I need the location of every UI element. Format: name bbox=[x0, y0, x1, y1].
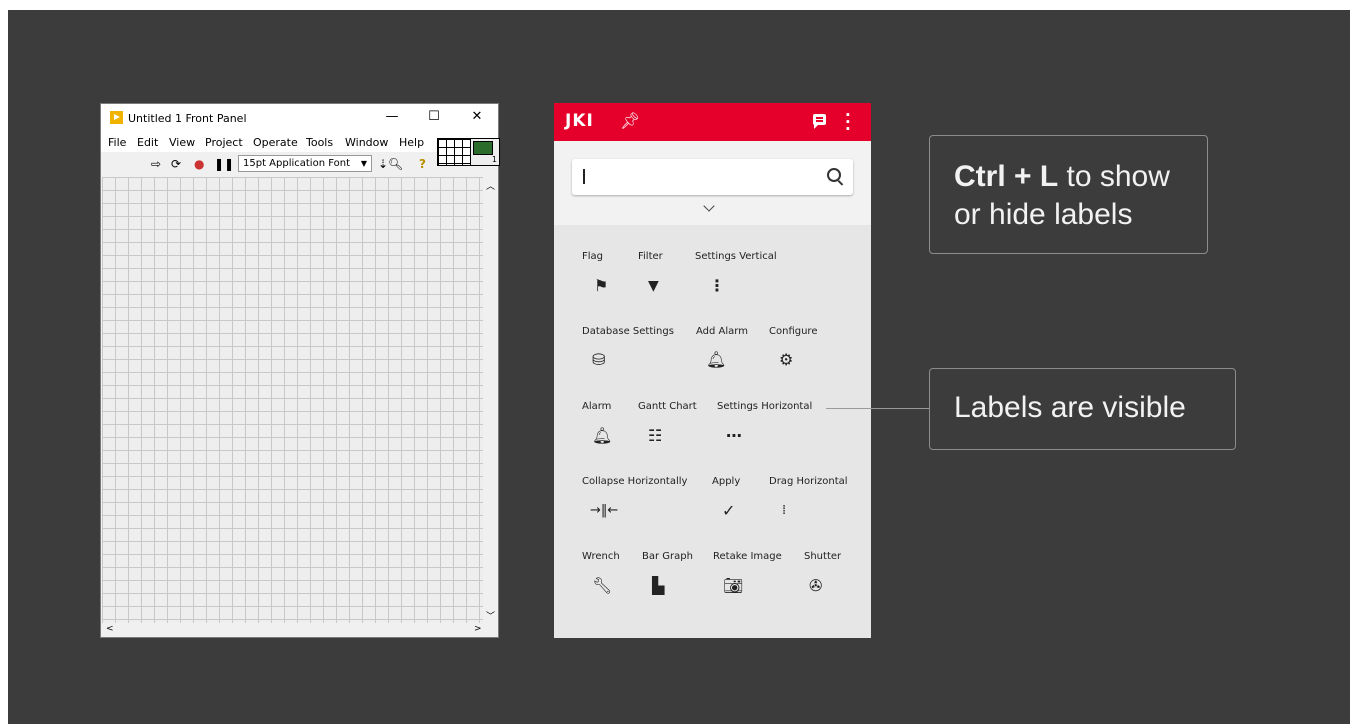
run-arrow-icon[interactable]: ⇨ bbox=[151, 157, 161, 171]
vi-screen-icon bbox=[473, 141, 493, 155]
settings-horizontal-icon: ⋯ bbox=[726, 426, 742, 445]
font-selector-value: 15pt Application Font bbox=[243, 158, 350, 169]
item-label: Alarm bbox=[582, 401, 612, 412]
apply-icon: ✓ bbox=[722, 501, 736, 520]
font-selector[interactable]: 15pt Application Font ▼ bbox=[238, 155, 372, 172]
item-label: Wrench bbox=[582, 551, 620, 562]
window-title: Untitled 1 Front Panel bbox=[128, 112, 247, 125]
item-label: Configure bbox=[769, 326, 818, 337]
item-label: Bar Graph bbox=[642, 551, 693, 562]
menu-edit[interactable]: Edit bbox=[137, 136, 158, 149]
bar-graph-icon: ▙ bbox=[652, 576, 665, 595]
item-label: Collapse Horizontally bbox=[582, 476, 688, 487]
scroll-up-icon[interactable]: ︿ bbox=[486, 179, 495, 192]
pin-icon[interactable]: 📌︎ bbox=[620, 111, 640, 130]
item-label: Filter bbox=[638, 251, 663, 262]
settings-vertical-icon: ⋮ bbox=[709, 276, 725, 295]
close-button[interactable]: ✕ bbox=[465, 108, 489, 126]
scroll-left-icon[interactable]: < bbox=[106, 624, 114, 634]
labels-visible-text: Labels are visible bbox=[954, 391, 1186, 424]
search-icon[interactable] bbox=[827, 168, 841, 182]
zoom-icon[interactable]: 🔍︎ bbox=[388, 157, 403, 171]
connector-pane-icon[interactable] bbox=[437, 138, 471, 166]
item-label: Database Settings bbox=[582, 326, 674, 337]
menu-window[interactable]: Window bbox=[345, 136, 388, 149]
chat-icon[interactable] bbox=[813, 114, 826, 129]
jki-logo: JKI bbox=[565, 111, 594, 131]
help-icon[interactable]: ? bbox=[419, 157, 426, 171]
abort-icon[interactable]: ● bbox=[194, 157, 204, 171]
menu-operate[interactable]: Operate bbox=[253, 136, 298, 149]
item-label: Flag bbox=[582, 251, 604, 262]
chevron-down-icon: ▼ bbox=[360, 159, 367, 168]
maximize-button[interactable]: ☐ bbox=[422, 108, 446, 126]
text-caret bbox=[583, 169, 585, 184]
minimize-button[interactable]: — bbox=[380, 108, 404, 126]
search-area bbox=[554, 141, 871, 225]
title-bar: Untitled 1 Front Panel — ☐ ✕ bbox=[101, 104, 498, 132]
expand-chevron-icon[interactable] bbox=[703, 200, 715, 212]
item-label: Gantt Chart bbox=[638, 401, 697, 412]
panel-header: JKI 📌︎ · · · bbox=[554, 103, 871, 141]
drag-horizontal-icon: ⁞ bbox=[782, 503, 787, 518]
gantt-chart-icon: ☷ bbox=[648, 426, 663, 445]
filter-icon: ▼ bbox=[648, 278, 659, 294]
run-continuous-icon[interactable]: ⟳ bbox=[171, 157, 181, 171]
item-label: Settings Horizontal bbox=[717, 401, 813, 412]
vi-number: 1 bbox=[491, 155, 497, 164]
horizontal-scrollbar[interactable]: < > bbox=[102, 623, 497, 636]
callout-leader-line bbox=[826, 408, 929, 409]
vertical-scrollbar[interactable]: ︿ ﹀ bbox=[483, 177, 497, 624]
labview-logo-icon bbox=[110, 111, 123, 124]
menu-help[interactable]: Help bbox=[399, 136, 424, 149]
jki-icon-panel: JKI 📌︎ · · · Flag ⚑ Filter ▼ Settings Vert… bbox=[554, 103, 871, 638]
shortcut-text: Ctrl + L to show or hide labels bbox=[954, 158, 1204, 234]
more-vertical-icon[interactable]: · · · bbox=[845, 108, 851, 137]
front-panel-canvas[interactable] bbox=[102, 177, 483, 624]
shortcut-callout: Ctrl + L to show or hide labels bbox=[929, 135, 1208, 254]
vi-icon[interactable]: 1 bbox=[470, 138, 500, 166]
item-label: Settings Vertical bbox=[695, 251, 777, 262]
add-alarm-icon: 🔔︎ bbox=[706, 350, 727, 369]
labview-front-panel-window: Untitled 1 Front Panel — ☐ ✕ File Edit V… bbox=[100, 103, 500, 638]
shortcut-keys: Ctrl + L bbox=[954, 160, 1059, 193]
item-label: Retake Image bbox=[713, 551, 782, 562]
search-input[interactable] bbox=[572, 159, 853, 195]
menu-view[interactable]: View bbox=[169, 136, 195, 149]
flag-icon: ⚑ bbox=[594, 276, 609, 295]
item-label: Add Alarm bbox=[696, 326, 748, 337]
collapse-horizontally-icon: →‖← bbox=[590, 503, 619, 518]
retake-image-icon: 📷︎ bbox=[723, 576, 744, 595]
align-icon[interactable]: ⇣ bbox=[378, 157, 388, 171]
database-settings-icon: ⛁ bbox=[592, 350, 606, 369]
menu-file[interactable]: File bbox=[108, 136, 126, 149]
scroll-down-icon[interactable]: ﹀ bbox=[486, 609, 495, 622]
item-label: Shutter bbox=[804, 551, 842, 562]
scroll-right-icon[interactable]: > bbox=[474, 624, 482, 634]
item-label: Apply bbox=[712, 476, 741, 487]
menu-project[interactable]: Project bbox=[205, 136, 243, 149]
shutter-icon: ✇ bbox=[809, 576, 823, 595]
alarm-icon: 🔔︎ bbox=[592, 426, 613, 445]
menu-tools[interactable]: Tools bbox=[306, 136, 333, 149]
pause-icon[interactable]: ❚❚ bbox=[214, 157, 234, 171]
wrench-icon: 🔧︎ bbox=[592, 576, 613, 595]
labels-visible-callout: Labels are visible bbox=[929, 368, 1236, 450]
item-label: Drag Horizontal bbox=[769, 476, 848, 487]
configure-icon: ⚙ bbox=[779, 350, 794, 369]
